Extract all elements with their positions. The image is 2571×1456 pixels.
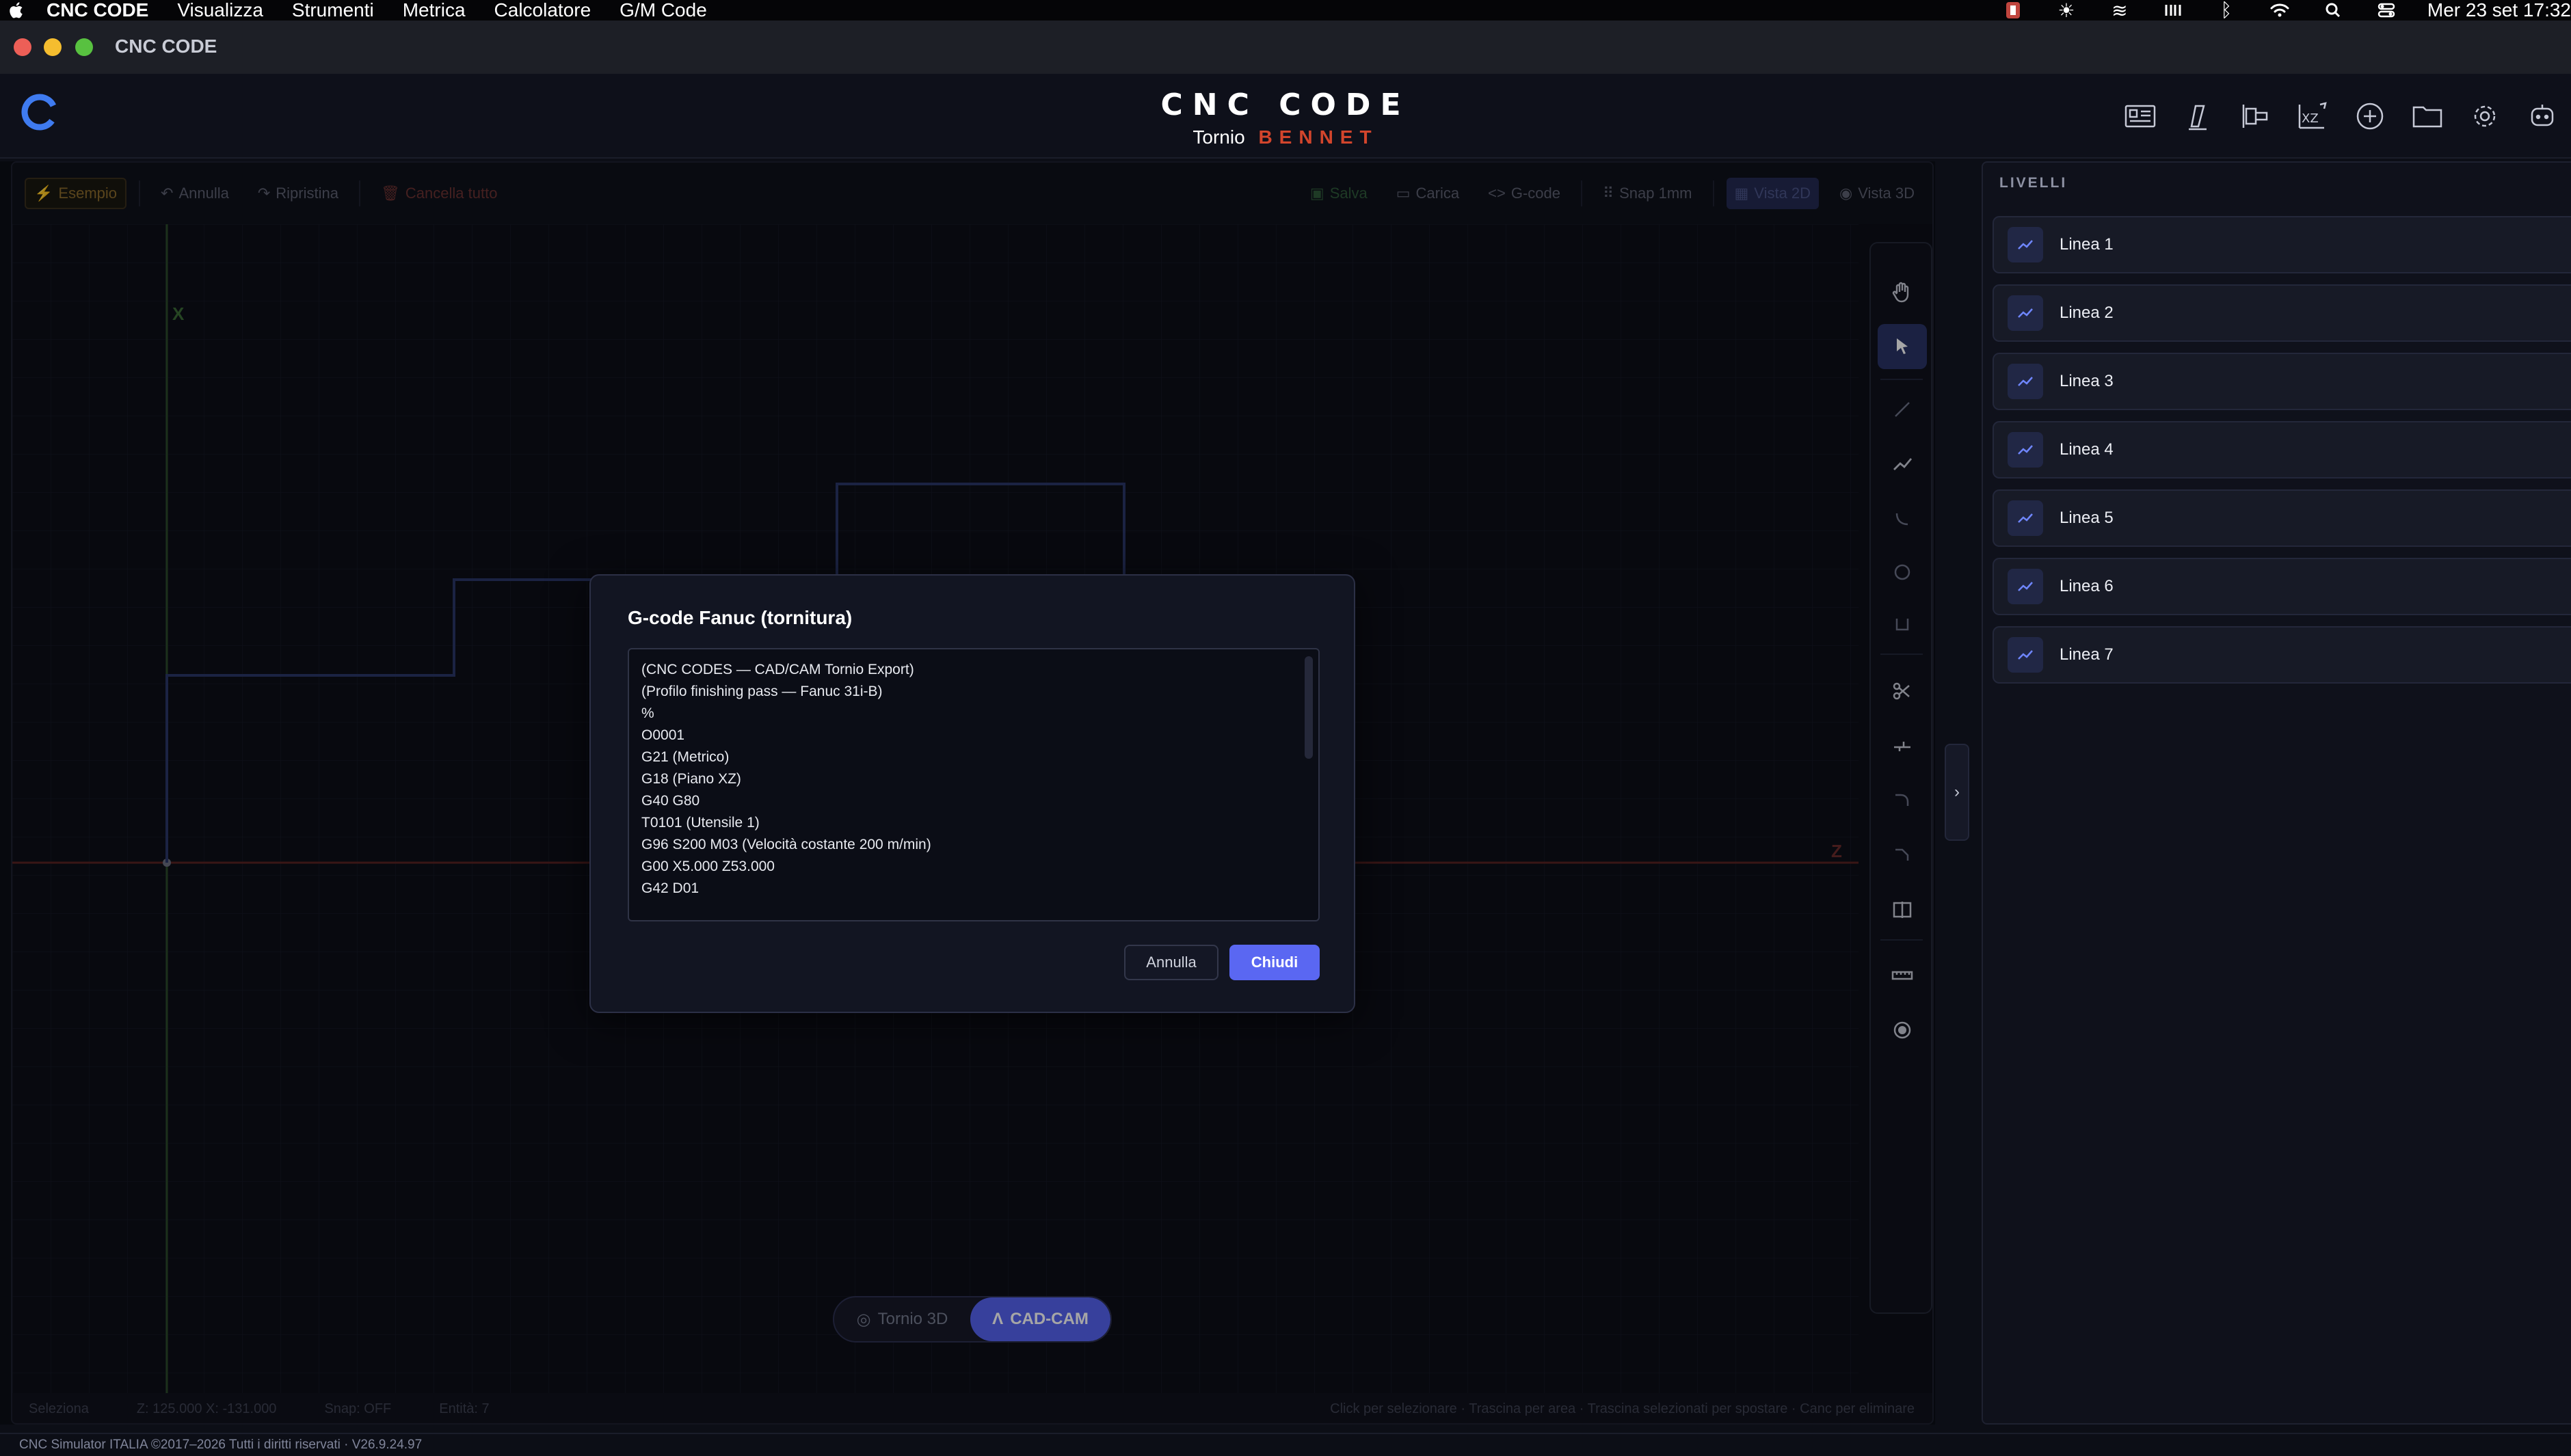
add-icon[interactable] xyxy=(2341,94,2399,138)
wifi-icon[interactable] xyxy=(2267,0,2292,21)
layers-panel: LIVELLI Linea 1 Linea 2 Linea 3 Linea 4 … xyxy=(1982,161,2571,1425)
polyline-layer-icon xyxy=(2008,500,2043,536)
control-center-icon[interactable] xyxy=(2374,0,2399,21)
layer-label: Linea 4 xyxy=(2060,440,2114,459)
gcode-line: % xyxy=(641,705,654,721)
layer-row[interactable]: Linea 6 xyxy=(1993,558,2571,615)
stock-icon[interactable] xyxy=(2226,94,2284,138)
app-footer: CNC Simulator ITALIA ©2017–2026 Tutti i … xyxy=(0,1433,2571,1456)
chevron-right-icon: › xyxy=(1954,783,1960,801)
layer-row[interactable]: Linea 7 xyxy=(1993,626,2571,684)
polyline-layer-icon xyxy=(2008,432,2043,468)
apple-icon[interactable] xyxy=(0,0,33,21)
xz-icon[interactable]: XZ xyxy=(2284,94,2341,138)
gcode-line: G42 D01 xyxy=(641,880,700,896)
gcode-line: G18 (Piano XZ) xyxy=(641,771,741,787)
layer-label: Linea 5 xyxy=(2060,509,2114,527)
close-button[interactable]: Chiudi xyxy=(1229,945,1320,980)
zoom-window-button[interactable] xyxy=(75,38,93,56)
menu-calcolatore[interactable]: Calcolatore xyxy=(494,0,591,21)
gcode-line: G96 S200 M03 (Velocità costante 200 m/mi… xyxy=(641,837,931,852)
tool-icon[interactable] xyxy=(2169,94,2226,138)
layer-label: Linea 2 xyxy=(2060,304,2114,322)
gcode-line: (CNC CODES — CAD/CAM Tornio Export) xyxy=(641,662,914,677)
layers-title: LIVELLI xyxy=(1999,175,2068,191)
dialog-title: G-code Fanuc (tornitura) xyxy=(628,607,853,628)
textarea-scrollbar[interactable] xyxy=(1305,656,1313,759)
brand-subtitle-maker: BENNET xyxy=(1258,126,1378,148)
gcode-line: G00 X5.000 Z53.000 xyxy=(641,859,775,874)
controls-icon[interactable] xyxy=(2161,0,2185,21)
gcode-dialog: G-code Fanuc (tornitura) (CNC CODES — CA… xyxy=(589,574,1355,1013)
layer-row[interactable]: Linea 2 xyxy=(1993,284,2571,342)
window-titlebar: CNC CODE xyxy=(0,21,2571,74)
assistant-icon[interactable] xyxy=(2514,94,2571,138)
gcode-textarea[interactable]: (CNC CODES — CAD/CAM Tornio Export) (Pro… xyxy=(628,648,1320,921)
layer-row[interactable]: Linea 4 xyxy=(1993,421,2571,478)
footer-text: CNC Simulator ITALIA ©2017–2026 Tutti i … xyxy=(19,1438,423,1452)
gcode-line: G21 (Metrico) xyxy=(641,749,730,765)
layer-label: Linea 3 xyxy=(2060,372,2114,390)
layer-label: Linea 1 xyxy=(2060,235,2114,254)
layer-label: Linea 7 xyxy=(2060,645,2114,664)
polyline-layer-icon xyxy=(2008,227,2043,262)
gcode-line: T0101 (Utensile 1) xyxy=(641,815,760,831)
system-menubar: CNC CODE Visualizza Strumenti Metrica Ca… xyxy=(0,0,2571,21)
app-header: CNC CODE Tornio BENNET XZ xyxy=(0,74,2571,159)
close-window-button[interactable] xyxy=(14,38,31,56)
window-title: CNC CODE xyxy=(115,36,217,57)
brand-subtitle-machine: Tornio xyxy=(1193,126,1245,148)
menu-gm-code[interactable]: G/M Code xyxy=(620,0,707,21)
layer-row[interactable]: Linea 1 xyxy=(1993,216,2571,273)
header-icon-bar: XZ xyxy=(2112,94,2571,138)
layer-label: Linea 6 xyxy=(2060,577,2114,595)
gcode-line: (Profilo finishing pass — Fanuc 31i-B) xyxy=(641,684,883,699)
polyline-layer-icon xyxy=(2008,364,2043,399)
menubar-clock[interactable]: Mer 23 set 17:32 xyxy=(2427,0,2571,21)
spotlight-search-icon[interactable] xyxy=(2321,0,2345,21)
minimize-window-button[interactable] xyxy=(44,38,62,56)
layer-row[interactable]: Linea 5 xyxy=(1993,489,2571,547)
polyline-layer-icon xyxy=(2008,569,2043,604)
cancel-button[interactable]: Annulla xyxy=(1124,945,1218,980)
menu-visualizza[interactable]: Visualizza xyxy=(177,0,263,21)
polyline-layer-icon xyxy=(2008,637,2043,673)
brightness-icon[interactable]: ☀ xyxy=(2054,0,2079,21)
menu-strumenti[interactable]: Strumenti xyxy=(292,0,374,21)
menu-app-name[interactable]: CNC CODE xyxy=(46,0,148,21)
layers-collapse-button[interactable]: › xyxy=(1945,744,1969,841)
polyline-layer-icon xyxy=(2008,295,2043,331)
machine-icon[interactable] xyxy=(2112,94,2169,138)
svg-text:XZ: XZ xyxy=(2302,111,2319,126)
gcode-line: G40 G80 xyxy=(641,793,700,809)
menu-metrica[interactable]: Metrica xyxy=(403,0,466,21)
gcode-line: O0001 xyxy=(641,727,685,743)
layer-row[interactable]: Linea 3 xyxy=(1993,353,2571,410)
settings-icon[interactable] xyxy=(2456,94,2514,138)
folder-icon[interactable] xyxy=(2399,94,2456,138)
bluetooth-icon[interactable]: ᛒ xyxy=(2214,0,2239,21)
app-status-icon[interactable] xyxy=(2001,0,2025,21)
waves-icon[interactable]: ≋ xyxy=(2107,0,2132,21)
